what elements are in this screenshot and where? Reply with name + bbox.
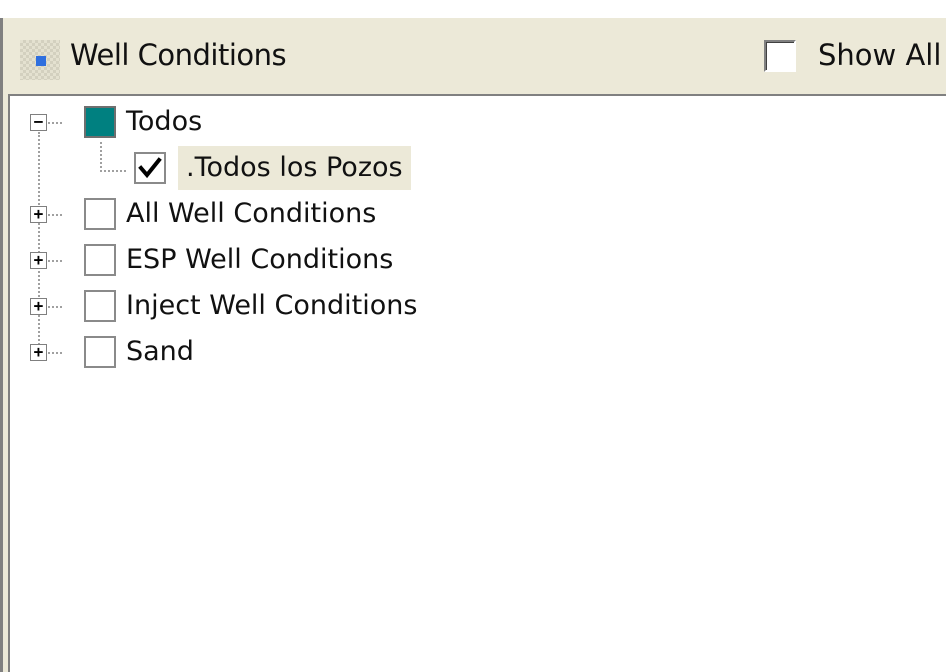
tree-node-all-well-conditions[interactable]: + All Well Conditions	[10, 192, 946, 238]
tree-connector-line	[48, 260, 62, 262]
expand-icon[interactable]: +	[30, 206, 47, 223]
panel-title: Well Conditions	[70, 38, 287, 72]
tree-connector-line	[48, 306, 62, 308]
inject-well-conditions-checkbox[interactable]	[84, 290, 116, 322]
well-conditions-tree[interactable]: − Todos .Todos los Pozos + All Well Cond…	[8, 94, 946, 672]
tree-connector-line	[48, 214, 62, 216]
panel-header: Well Conditions Show All	[8, 18, 946, 94]
tree-node-inject-well-conditions[interactable]: + Inject Well Conditions	[10, 284, 946, 330]
all-well-conditions-checkbox[interactable]	[84, 198, 116, 230]
todos-color-swatch[interactable]	[84, 106, 116, 138]
collapse-icon[interactable]: −	[30, 114, 47, 131]
tree-node-esp-well-conditions[interactable]: + ESP Well Conditions	[10, 238, 946, 284]
expand-icon[interactable]: +	[30, 344, 47, 361]
expand-icon[interactable]: +	[30, 252, 47, 269]
tree-connector-line	[48, 122, 62, 124]
show-all-label[interactable]: Show All	[818, 38, 941, 72]
tree-node-label: .Todos los Pozos	[178, 146, 411, 190]
tree-connector-line	[48, 352, 62, 354]
sand-checkbox[interactable]	[84, 336, 116, 368]
check-icon	[138, 157, 162, 179]
tree-node-label: Todos	[126, 106, 203, 137]
todos-los-pozos-checkbox[interactable]	[134, 152, 166, 184]
well-conditions-icon	[20, 40, 60, 80]
show-all-checkbox[interactable]	[764, 40, 796, 72]
tree-node-label: Inject Well Conditions	[126, 290, 418, 321]
tree-node-todos-los-pozos[interactable]: .Todos los Pozos	[10, 146, 946, 192]
tree-node-label: All Well Conditions	[126, 198, 377, 229]
esp-well-conditions-checkbox[interactable]	[84, 244, 116, 276]
tree-node-label: Sand	[126, 336, 194, 367]
tree-node-todos[interactable]: − Todos	[10, 100, 946, 146]
left-frame-border	[0, 18, 8, 672]
tree-node-sand[interactable]: + Sand	[10, 330, 946, 376]
tree-node-label: ESP Well Conditions	[126, 244, 394, 275]
window-top-strip	[0, 0, 946, 18]
expand-icon[interactable]: +	[30, 298, 47, 315]
